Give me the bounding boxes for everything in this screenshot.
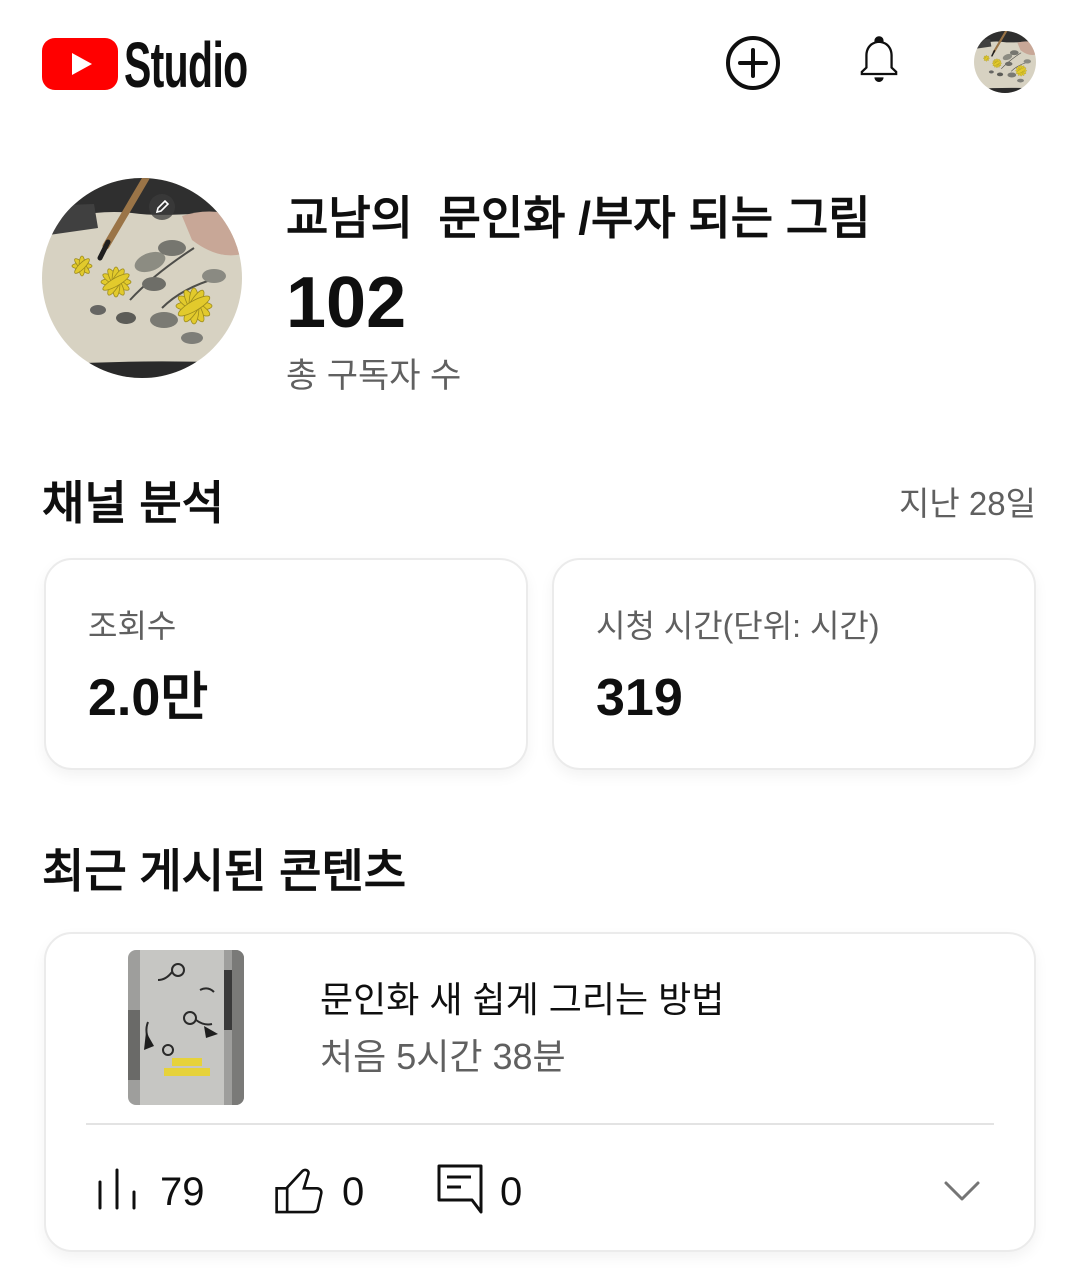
watch-time-card[interactable]: 시청 시간(단위: 시간) 319	[552, 558, 1036, 770]
video-thumbnail[interactable]	[128, 950, 244, 1105]
notifications-button[interactable]	[855, 34, 903, 90]
comments-button[interactable]	[436, 1163, 484, 1215]
views-count: 79	[160, 1170, 205, 1214]
divider	[86, 1123, 994, 1125]
watch-time-value: 319	[596, 669, 683, 727]
recent-video-card[interactable]: 문인화 새 쉽게 그리는 방법 처음 5시간 38분 79 0 0	[44, 932, 1036, 1252]
channel-avatar[interactable]	[42, 178, 242, 378]
channel-name: 교남의 문인화 /부자 되는 그림	[286, 192, 871, 244]
comment-icon	[436, 1164, 484, 1218]
account-avatar-button[interactable]	[974, 31, 1036, 93]
chevron-down-icon	[942, 1181, 982, 1207]
pencil-icon	[149, 194, 175, 220]
avatar	[974, 81, 1036, 93]
video-title[interactable]: 문인화 새 쉽게 그리는 방법	[320, 978, 724, 1022]
youtube-play-icon	[42, 38, 118, 90]
studio-logo[interactable]: Studio	[42, 33, 262, 97]
recent-content-title: 최근 게시된 콘텐츠	[42, 845, 407, 897]
video-published-time: 처음 5시간 38분	[320, 1036, 566, 1077]
analytics-period: 지난 28일	[899, 485, 1036, 522]
subscriber-label: 총 구독자 수	[286, 357, 462, 395]
thumbs-up-icon	[274, 1168, 324, 1219]
watch-time-label: 시청 시간(단위: 시간)	[596, 608, 880, 644]
create-button[interactable]	[725, 35, 781, 91]
likes-count: 0	[342, 1170, 365, 1214]
bell-icon	[855, 36, 903, 93]
likes-button[interactable]	[274, 1166, 324, 1216]
comments-count: 0	[500, 1170, 523, 1214]
analytics-section-title: 채널 분석	[42, 477, 225, 529]
subscriber-count: 102	[286, 263, 407, 343]
studio-logo-text: Studio	[124, 29, 248, 101]
views-card[interactable]: 조회수 2.0만	[44, 558, 528, 770]
views-value: 2.0만	[88, 669, 209, 727]
bar-chart-icon	[97, 1168, 137, 1210]
expand-button[interactable]	[942, 1178, 982, 1204]
plus-circle-icon	[725, 36, 781, 94]
views-label: 조회수	[88, 608, 177, 644]
